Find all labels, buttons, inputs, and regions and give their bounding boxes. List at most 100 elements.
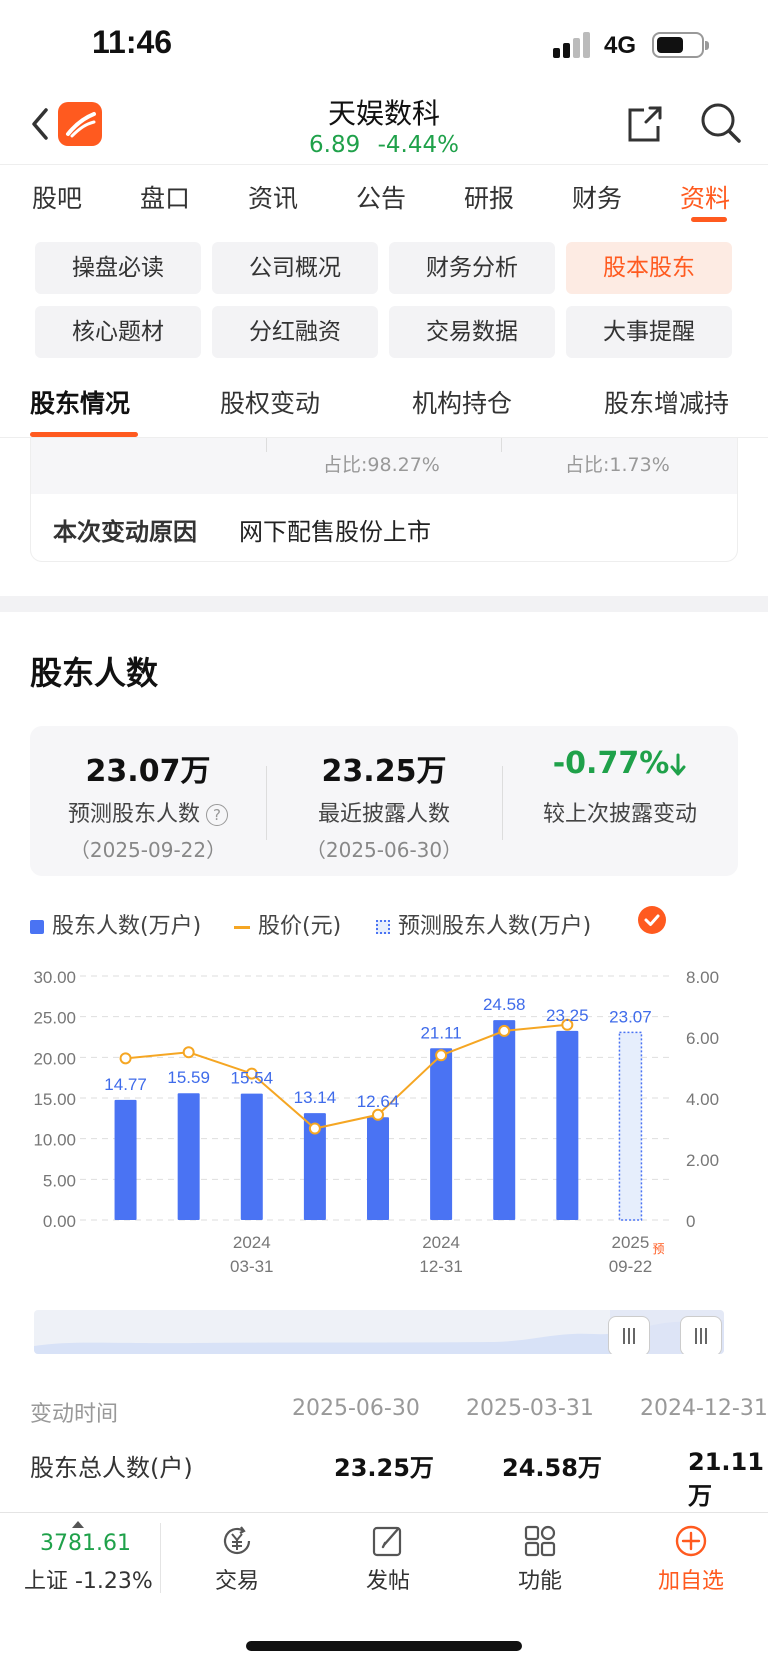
yuan-exchange-icon xyxy=(223,1526,251,1555)
price-point xyxy=(435,1049,448,1062)
bottom-functions-button[interactable]: 功能 xyxy=(495,1523,585,1595)
tab-news[interactable]: 资讯 xyxy=(248,179,298,215)
status-bar: 11:46 4G xyxy=(0,0,768,90)
chip-dividends[interactable]: 分红融资 xyxy=(212,306,378,358)
latest-date: （2025-06-30） xyxy=(305,838,463,862)
y-left-tick-label: 20.00 xyxy=(33,1049,76,1068)
bar-value-label: 23.25 xyxy=(546,1006,589,1025)
tab-finance[interactable]: 财务 xyxy=(572,179,622,215)
change-reason-label: 本次变动原因 xyxy=(53,518,197,546)
forecast-marker: 预 xyxy=(652,1242,664,1256)
tab-guba[interactable]: 股吧 xyxy=(32,179,82,215)
y-right-tick-label: 6.00 xyxy=(686,1029,719,1048)
x-tick-label: 12-31 xyxy=(419,1257,462,1276)
tab-institutional[interactable]: 机构持仓 xyxy=(412,384,512,420)
shareholder-count-card: 股东人数 23.07万 预测股东人数? （2025-09-22） 23.25万 … xyxy=(0,612,768,1512)
holder-bar xyxy=(367,1117,389,1220)
change-date-label: 变动时间 xyxy=(30,1402,119,1427)
caret-up-icon[interactable] xyxy=(72,1521,84,1528)
holder-bar xyxy=(493,1020,516,1220)
chart-legend: 股东人数(万户) 股价(元) 预测股东人数(万户) xyxy=(30,906,730,940)
y-right-tick-label: 2.00 xyxy=(686,1151,719,1170)
bottom-post-button[interactable]: 发帖 xyxy=(343,1523,433,1595)
holder-bar xyxy=(430,1048,453,1220)
bar-value-label: 15.59 xyxy=(167,1068,210,1087)
index-label[interactable]: 上证 -1.23% xyxy=(24,1563,153,1595)
main-tabs: 股吧 盘口 资讯 公告 研报 财务 资料 xyxy=(0,164,768,226)
bar-value-label: 14.77 xyxy=(104,1075,147,1094)
range-handle-left[interactable] xyxy=(608,1316,650,1354)
tab-pankou[interactable]: 盘口 xyxy=(140,179,190,215)
index-value[interactable]: 3781.61 xyxy=(40,1531,131,1556)
plus-circle-icon xyxy=(675,1525,707,1557)
forecast-bar xyxy=(618,1031,643,1221)
legend-holders[interactable]: 股东人数(万户) xyxy=(30,908,201,940)
price-point xyxy=(372,1108,384,1121)
search-icon[interactable] xyxy=(698,100,742,146)
ratio-b: 占比:1.73% xyxy=(565,454,670,476)
forecast-date: （2025-09-22） xyxy=(69,838,227,862)
chip-core-themes[interactable]: 核心题材 xyxy=(35,306,201,358)
legend-forecast[interactable]: 预测股东人数(万户) xyxy=(376,908,591,940)
bar-value-label: 13.14 xyxy=(294,1088,337,1107)
summary-forecast: 23.07万 预测股东人数? （2025-09-22） xyxy=(30,726,266,876)
y-left-tick-label: 5.00 xyxy=(43,1171,76,1190)
tab-announcements[interactable]: 公告 xyxy=(356,179,406,215)
section-tabs: 股东情况 股权变动 机构持仓 股东增减持 xyxy=(0,366,768,438)
x-tick-label: 09-22 xyxy=(609,1257,652,1276)
compose-icon xyxy=(372,1526,402,1557)
summary-change: -0.77% 较上次披露变动 xyxy=(502,726,738,876)
check-icon[interactable] xyxy=(638,906,666,934)
bottom-post-label: 发帖 xyxy=(365,1569,410,1594)
change-date: 2025-03-31 xyxy=(466,1396,594,1421)
chip-financial-analysis[interactable]: 财务分析 xyxy=(389,242,555,294)
legend-holders-label: 股东人数(万户) xyxy=(52,914,202,939)
x-tick-label: 2024 xyxy=(233,1233,271,1252)
change-date: 2025-06-30 xyxy=(292,1396,420,1421)
bottom-add-watchlist-button[interactable]: 加自选 xyxy=(646,1523,736,1595)
legend-price[interactable]: 股价(元) xyxy=(234,908,341,940)
bottom-bar: 3781.61 上证 -1.23% 交易 发帖 功能 加自选 xyxy=(0,1512,768,1662)
y-left-tick-label: 15.00 xyxy=(33,1090,76,1109)
y-left-tick-label: 25.00 xyxy=(33,1009,76,1028)
total-holders-value: 21.11万 xyxy=(688,1448,764,1510)
bar-value-label: 24.58 xyxy=(483,995,526,1014)
signal-icon xyxy=(553,30,593,58)
latest-label: 最近披露人数 xyxy=(317,802,450,827)
chip-trading-data[interactable]: 交易数据 xyxy=(389,306,555,358)
summary-panel: 23.07万 预测股东人数? （2025-09-22） 23.25万 最近披露人… xyxy=(30,726,738,876)
chip-share-capital[interactable]: 股本股东 xyxy=(566,242,732,294)
legend-forecast-label: 预测股东人数(万户) xyxy=(398,914,592,939)
bottom-trade-button[interactable]: 交易 xyxy=(192,1523,282,1595)
y-right-tick-label: 0 xyxy=(686,1212,695,1231)
y-right-tick-label: 4.00 xyxy=(686,1090,719,1109)
stock-price: 6.89 xyxy=(309,132,361,158)
range-handle-right[interactable] xyxy=(680,1316,722,1354)
tab-holder-changes[interactable]: 股东增减持 xyxy=(604,384,729,420)
y-right-tick-label: 8.00 xyxy=(686,968,719,987)
chip-trading-guide[interactable]: 操盘必读 xyxy=(35,242,201,294)
tab-equity-changes[interactable]: 股权变动 xyxy=(220,384,320,420)
tab-research[interactable]: 研报 xyxy=(464,179,514,215)
shareholder-chart[interactable]: 0.00 5.00 10.00 15.00 20.00 25.00 30.00 0 2.00 4.… xyxy=(0,952,768,1292)
price-point xyxy=(182,1046,195,1059)
tab-shareholders[interactable]: 股东情况 xyxy=(30,384,130,420)
grid-icon xyxy=(524,1525,556,1557)
help-icon[interactable]: ? xyxy=(206,804,228,826)
equity-change-card: 占比:98.27% 占比:1.73% 本次变动原因 网下配售股份上市 xyxy=(0,438,768,596)
top-nav: 天娱数科 6.89 -4.44% xyxy=(0,90,768,164)
stock-change: -4.44% xyxy=(377,132,459,158)
change-date: 2024-12-31 xyxy=(640,1396,768,1421)
network-label: 4G xyxy=(604,32,637,59)
bar-value-label: 21.11 xyxy=(420,1023,461,1042)
y-left-tick-label: 10.00 xyxy=(33,1131,76,1150)
latest-value: 23.25万 xyxy=(321,754,447,789)
forecast-value: 23.07万 xyxy=(85,754,211,789)
chart-range-slider[interactable] xyxy=(34,1310,724,1354)
tab-profile[interactable]: 资料 xyxy=(680,179,730,215)
chip-events[interactable]: 大事提醒 xyxy=(566,306,732,358)
chip-company-overview[interactable]: 公司概况 xyxy=(212,242,378,294)
section-tab-indicator xyxy=(30,432,138,437)
holder-bar xyxy=(177,1093,200,1220)
share-icon[interactable] xyxy=(622,102,666,146)
